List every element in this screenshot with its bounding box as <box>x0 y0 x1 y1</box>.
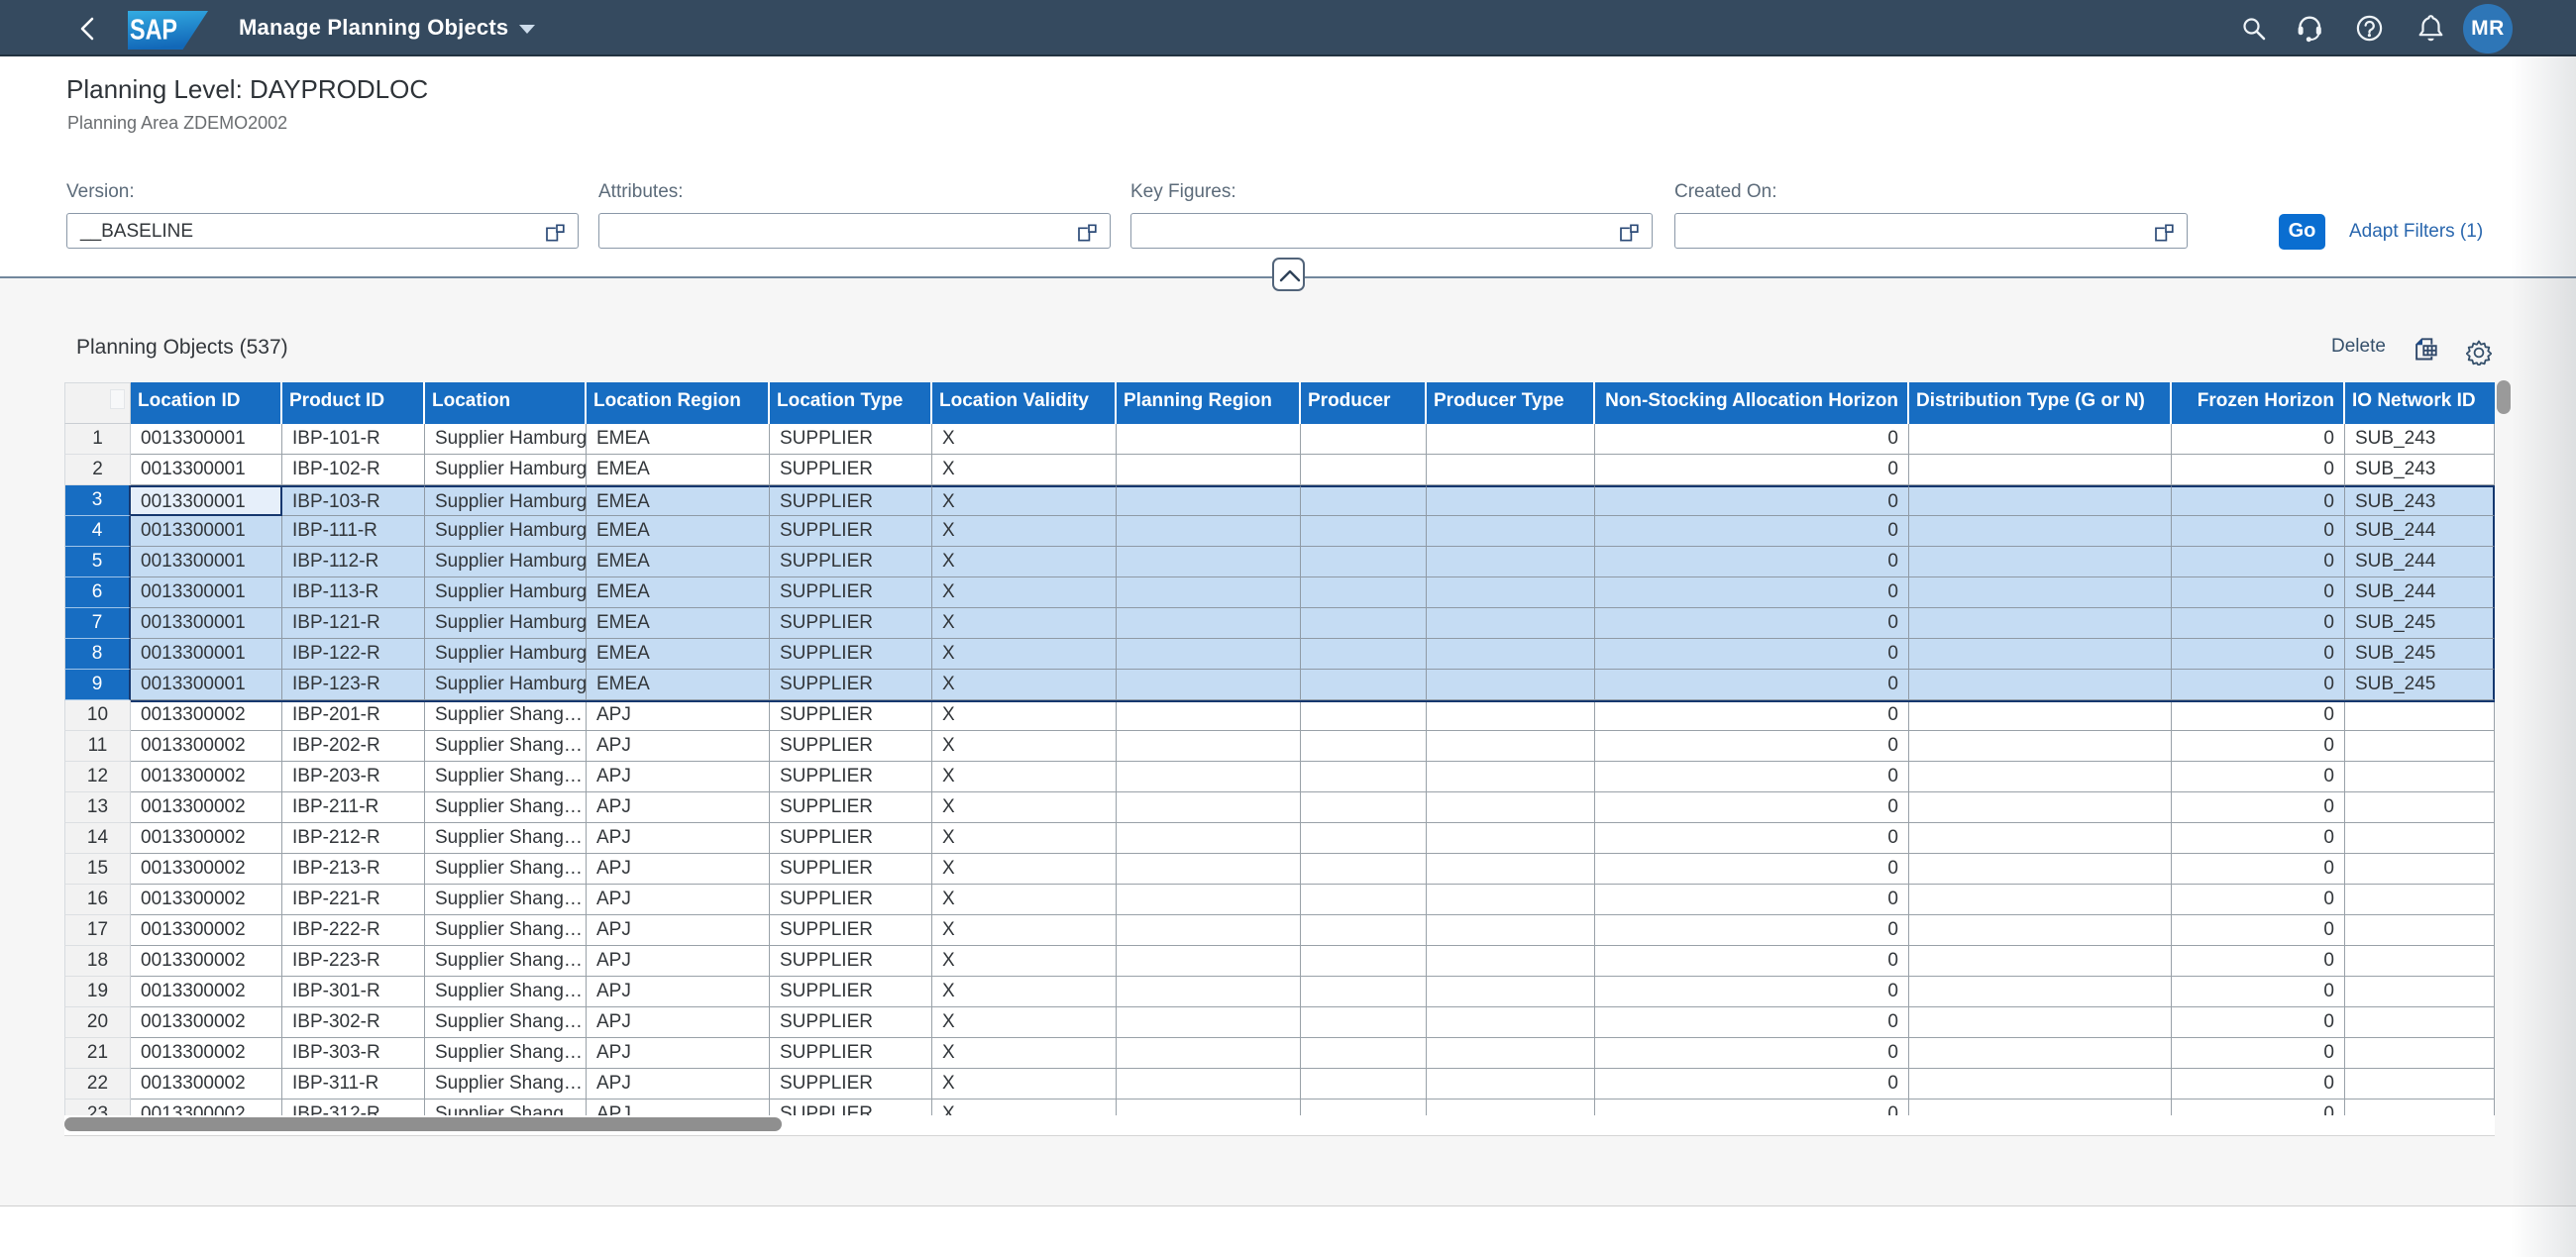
svg-text:SAP: SAP <box>130 15 177 47</box>
